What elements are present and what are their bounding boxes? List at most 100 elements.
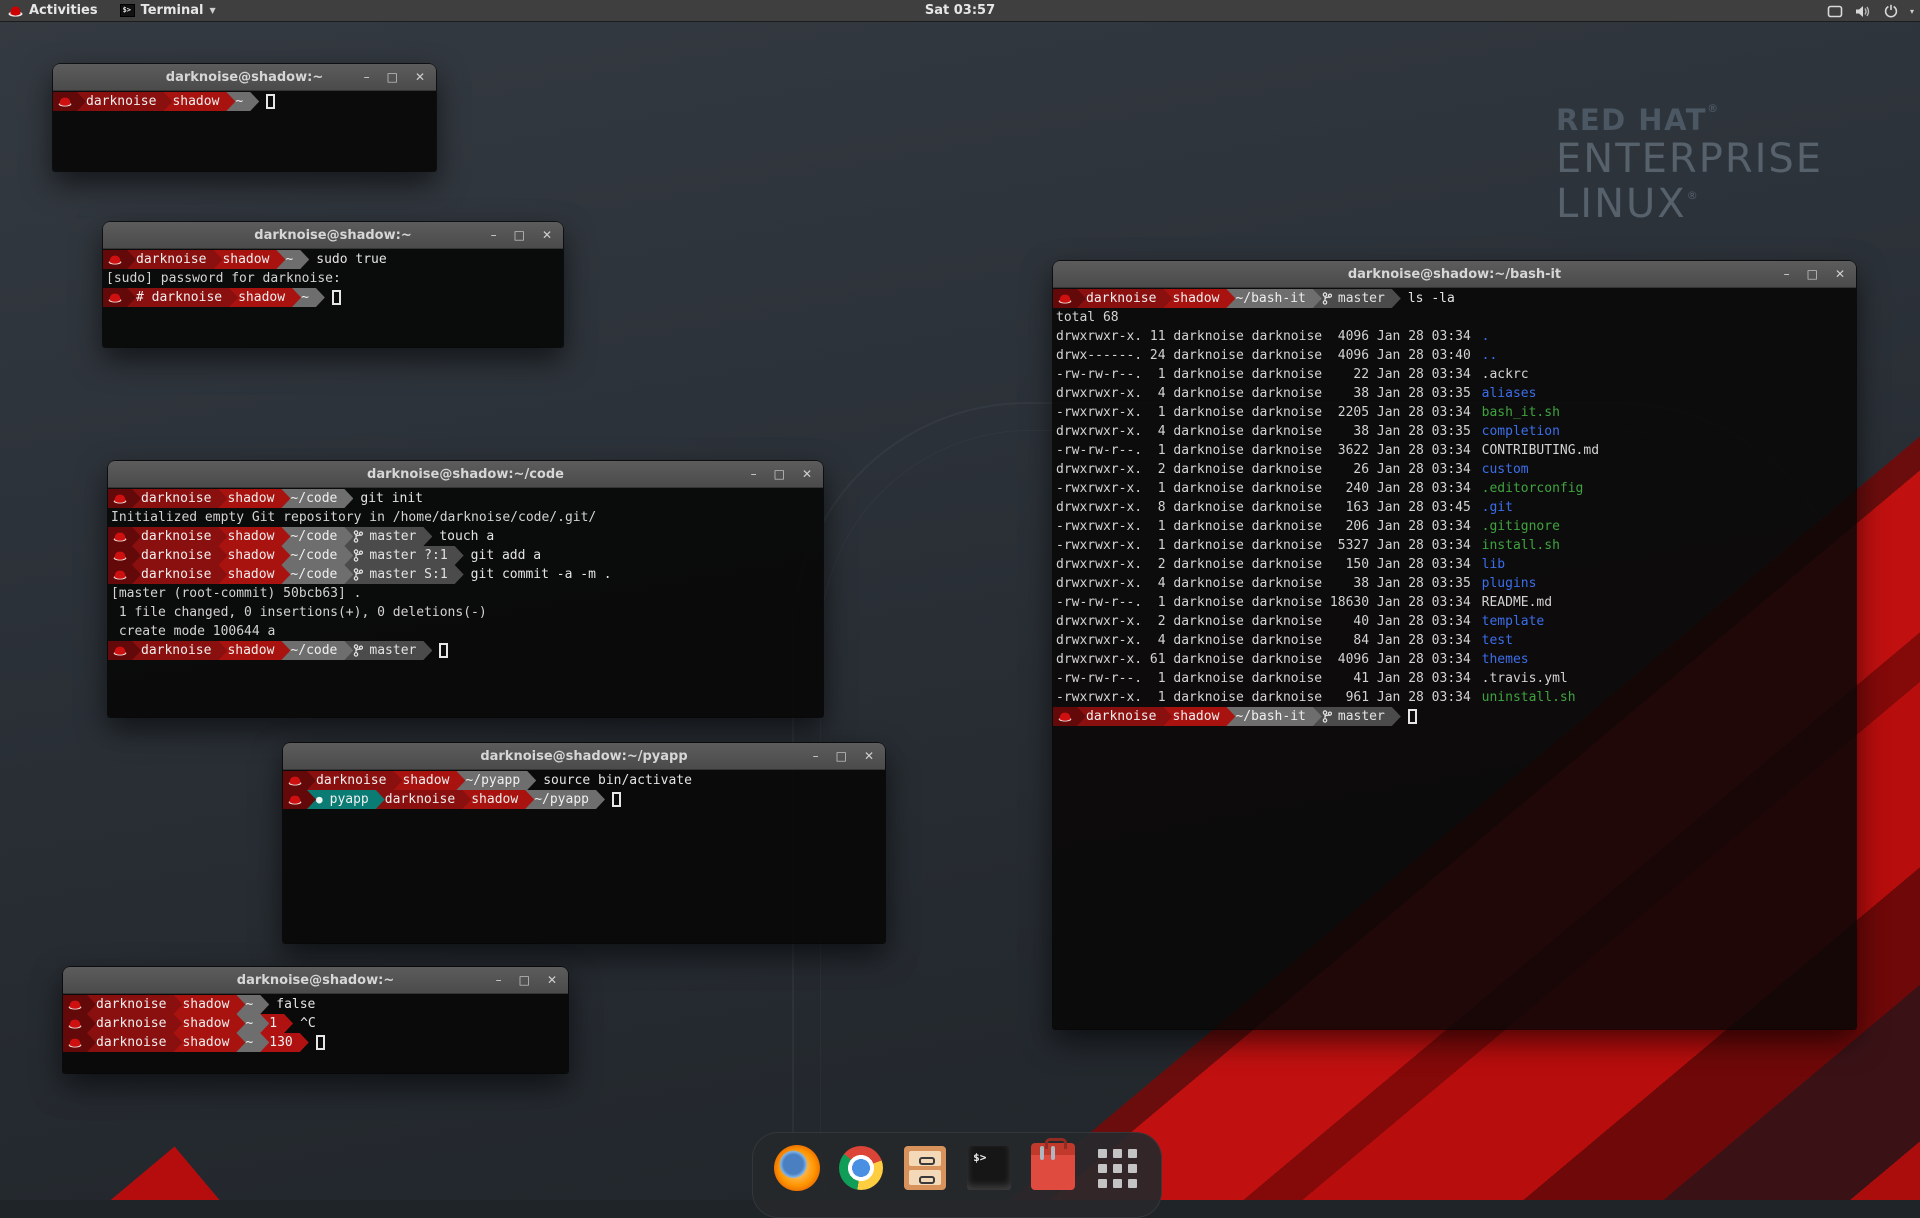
output-text: -rw-rw-r--. 1 darknoise darknoise 22 Jan… <box>1053 365 1479 384</box>
terminal-mini-icon: $> <box>120 4 135 17</box>
volume-icon[interactable] <box>1855 5 1872 18</box>
maximize-button[interactable]: □ <box>1807 268 1818 280</box>
window-titlebar[interactable]: darknoise@shadow:~ –□✕ <box>103 222 563 249</box>
terminal-content[interactable]: darknoiseshadow~/codegit initInitialized… <box>108 488 823 717</box>
clock[interactable]: Sat 03:57 <box>925 3 995 18</box>
output-text: completion <box>1479 422 1560 441</box>
redhat-prompt-icon <box>113 531 127 542</box>
terminal-line: darknoiseshadow~/bash-itmaster <box>1053 707 1856 726</box>
output-text: lib <box>1479 555 1505 574</box>
close-button[interactable]: ✕ <box>415 71 425 83</box>
file-cabinet-icon <box>904 1146 946 1190</box>
rhel-wordmark: RED HAT® ENTERPRISE LINUX® <box>1556 102 1823 227</box>
app-menu-terminal[interactable]: $> Terminal ▼ <box>110 0 226 21</box>
prompt-segment-path: ~/code <box>281 641 353 660</box>
dock-item-terminal[interactable]: $> <box>966 1144 1013 1192</box>
output-text: custom <box>1479 460 1529 479</box>
prompt-segment-git: master <box>344 527 432 546</box>
terminal-content[interactable]: darknoiseshadow~/pyappsource bin/activat… <box>283 770 885 943</box>
output-text: drwxrwxr-x. 2 darknoise darknoise 150 Ja… <box>1053 555 1479 574</box>
dock-item-chrome[interactable] <box>837 1144 884 1192</box>
dock-item-files[interactable] <box>901 1144 948 1192</box>
minimize-button[interactable]: – <box>491 229 497 241</box>
terminal-line: -rw-rw-r--. 1 darknoise darknoise 41 Jan… <box>1053 669 1856 688</box>
close-button[interactable]: ✕ <box>1835 268 1845 280</box>
terminal-content[interactable]: darknoiseshadow~ <box>53 91 436 171</box>
output-text: Initialized empty Git repository in /hom… <box>108 508 596 527</box>
close-button[interactable]: ✕ <box>547 974 557 986</box>
output-text: -rw-rw-r--. 1 darknoise darknoise 41 Jan… <box>1053 669 1479 688</box>
registered-mark: ® <box>1707 102 1720 115</box>
terminal-cursor <box>612 792 621 807</box>
output-text: -rwxrwxr-x. 1 darknoise darknoise 240 Ja… <box>1053 479 1479 498</box>
dock-item-toolbox[interactable] <box>1030 1144 1077 1192</box>
prompt-segment-user: darknoise <box>87 1014 182 1033</box>
output-text: .git <box>1479 498 1513 517</box>
redhat-prompt-icon <box>113 569 127 580</box>
close-button[interactable]: ✕ <box>864 750 874 762</box>
maximize-button[interactable]: □ <box>387 71 398 83</box>
terminal-content[interactable]: darknoiseshadow~falsedarknoiseshadow~1^C… <box>63 994 568 1073</box>
output-text: .travis.yml <box>1479 669 1568 688</box>
minimize-button[interactable]: – <box>751 468 757 480</box>
prompt-segment-host: shadow <box>393 771 465 790</box>
activities-label: Activities <box>29 3 98 18</box>
command-text: git init <box>360 489 423 508</box>
output-text: .gitignore <box>1479 517 1560 536</box>
prompt-segment-host: shadow <box>218 527 290 546</box>
terminal-line: darknoiseshadow~ <box>53 92 436 111</box>
minimize-button[interactable]: – <box>813 750 819 762</box>
activities-button[interactable]: Activities <box>0 0 110 21</box>
window-titlebar[interactable]: darknoise@shadow:~/bash-it –□✕ <box>1053 261 1856 288</box>
prompt-segment-git: master <box>1313 707 1401 726</box>
terminal-cursor <box>316 1035 325 1050</box>
prompt-segment-path: ~/code <box>281 527 353 546</box>
output-text: -rwxrwxr-x. 1 darknoise darknoise 5327 J… <box>1053 536 1479 555</box>
terminal-content[interactable]: darknoiseshadow~/bash-itmasterls -latota… <box>1053 288 1856 1029</box>
window-titlebar[interactable]: darknoise@shadow:~ –□✕ <box>63 967 568 994</box>
maximize-button[interactable]: □ <box>514 229 525 241</box>
screen-icon[interactable] <box>1827 5 1843 18</box>
redhat-prompt-icon <box>113 550 127 561</box>
power-icon[interactable] <box>1884 4 1898 18</box>
terminal-line: [sudo] password for darknoise: <box>103 269 563 288</box>
terminal-line: darknoiseshadow~130 <box>63 1033 568 1052</box>
output-text: drwxrwxr-x. 4 darknoise darknoise 38 Jan… <box>1053 422 1479 441</box>
command-text: ls -la <box>1408 289 1455 308</box>
terminal-line: drwxrwxr-x. 4 darknoise darknoise 84 Jan… <box>1053 631 1856 650</box>
output-text: create mode 100644 a <box>108 622 275 641</box>
terminal-cursor <box>332 290 341 305</box>
maximize-button[interactable]: □ <box>774 468 785 480</box>
top-bar: Activities $> Terminal ▼ Sat 03:57 ▾ <box>0 0 1920 22</box>
close-button[interactable]: ✕ <box>802 468 812 480</box>
maximize-button[interactable]: □ <box>519 974 530 986</box>
prompt-segment-user: darknoise <box>376 790 471 809</box>
terminal-cursor <box>266 94 275 109</box>
terminal-line: drwxrwxr-x. 4 darknoise darknoise 38 Jan… <box>1053 422 1856 441</box>
window-title: darknoise@shadow:~/code <box>367 467 564 482</box>
terminal-line: -rwxrwxr-x. 1 darknoise darknoise 5327 J… <box>1053 536 1856 555</box>
minimize-button[interactable]: – <box>496 974 502 986</box>
terminal-line: darknoiseshadow~/pyappsource bin/activat… <box>283 771 885 790</box>
clock-area: Sat 03:57 <box>0 3 1920 18</box>
prompt-segment-host: shadow <box>229 288 301 307</box>
terminal-line: drwxrwxr-x. 11 darknoise darknoise 4096 … <box>1053 327 1856 346</box>
terminal-line: -rwxrwxr-x. 1 darknoise darknoise 2205 J… <box>1053 403 1856 422</box>
window-titlebar[interactable]: darknoise@shadow:~ –□✕ <box>53 64 436 91</box>
dock-item-app-grid[interactable] <box>1094 1144 1141 1192</box>
window-titlebar[interactable]: darknoise@shadow:~/code – □ ✕ <box>108 461 823 488</box>
maximize-button[interactable]: □ <box>836 750 847 762</box>
close-button[interactable]: ✕ <box>542 229 552 241</box>
terminal-content[interactable]: darknoiseshadow~sudo true[sudo] password… <box>103 249 563 347</box>
minimize-button[interactable]: – <box>364 71 370 83</box>
minimize-button[interactable]: – <box>1784 268 1790 280</box>
chevron-down-icon[interactable]: ▾ <box>1910 7 1914 16</box>
terminal-line: -rwxrwxr-x. 1 darknoise darknoise 240 Ja… <box>1053 479 1856 498</box>
dock-item-firefox[interactable] <box>773 1144 820 1192</box>
output-text: install.sh <box>1479 536 1560 555</box>
prompt-segment-user: darknoise <box>77 92 172 111</box>
output-text: drwxrwxr-x. 61 darknoise darknoise 4096 … <box>1053 650 1479 669</box>
rhel-wordmark-line3: LINUX <box>1556 181 1687 227</box>
output-text: CONTRIBUTING.md <box>1479 441 1599 460</box>
window-titlebar[interactable]: darknoise@shadow:~/pyapp –□✕ <box>283 743 885 770</box>
